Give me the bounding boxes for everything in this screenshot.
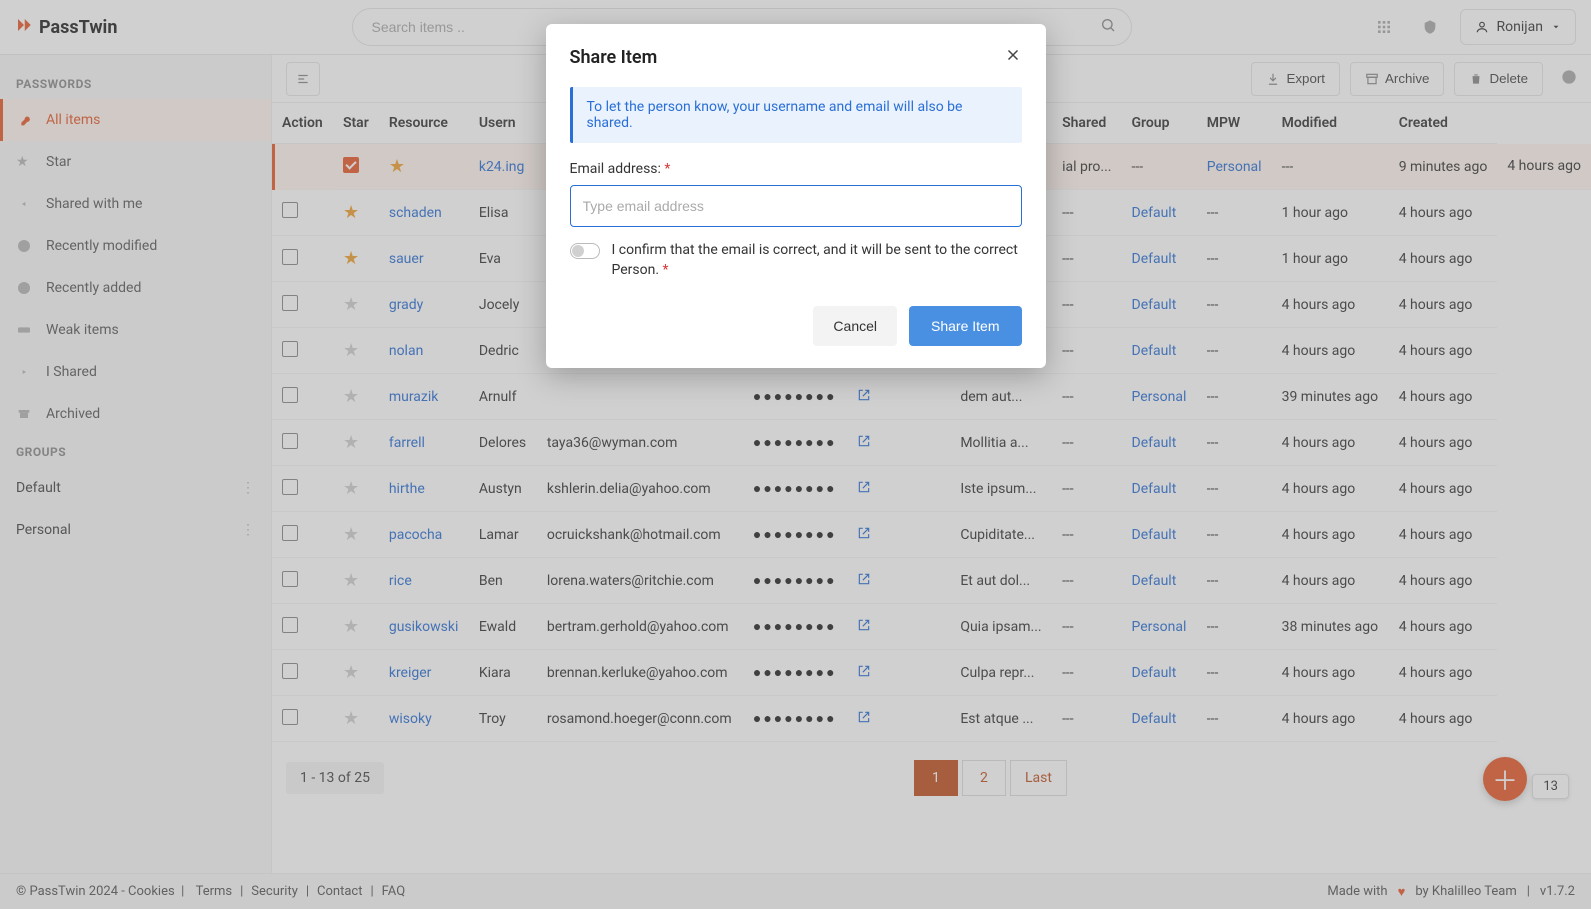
share-item-button[interactable]: Share Item (909, 306, 1021, 346)
confirm-text: I confirm that the email is correct, and… (612, 241, 1022, 280)
confirm-toggle[interactable] (570, 243, 600, 259)
email-label: Email address: * (570, 161, 1022, 177)
share-item-modal: Share Item To let the person know, your … (546, 24, 1046, 368)
modal-title: Share Item (570, 47, 658, 68)
cancel-button[interactable]: Cancel (813, 306, 897, 346)
close-icon[interactable] (1004, 46, 1022, 69)
email-field[interactable] (570, 185, 1022, 227)
modal-overlay[interactable]: Share Item To let the person know, your … (0, 0, 1591, 909)
modal-info-box: To let the person know, your username an… (570, 87, 1022, 143)
